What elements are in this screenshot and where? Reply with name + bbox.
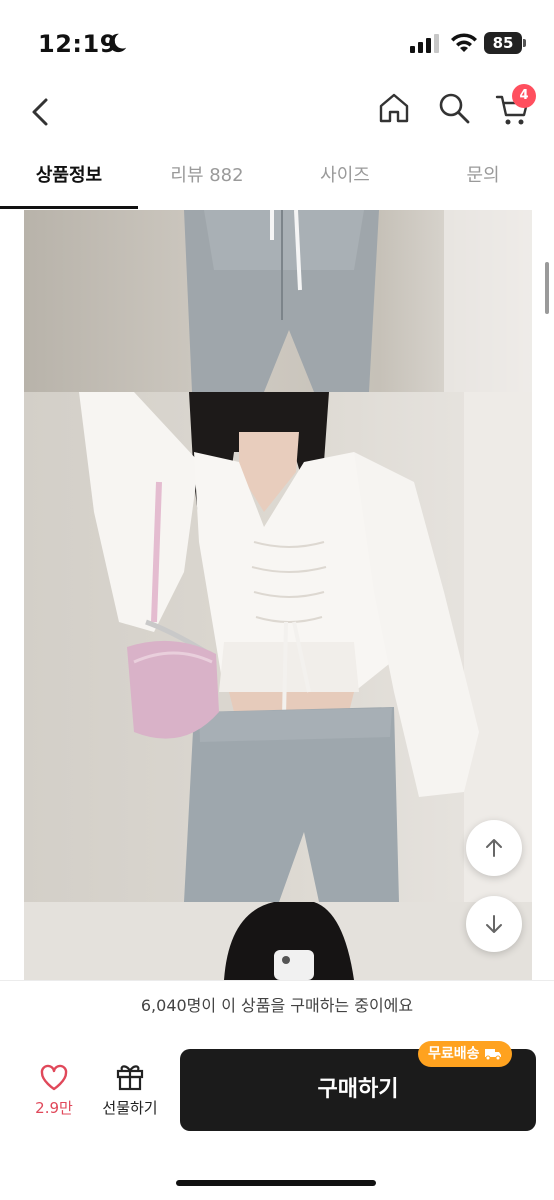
product-photo-mirror <box>24 902 532 980</box>
battery-tip <box>523 39 526 47</box>
home-indicator <box>176 1180 376 1186</box>
status-bar: 12:19 85 <box>0 0 554 84</box>
product-tabs: 상품정보 리뷰 882 사이즈 문의 <box>0 144 554 211</box>
truck-icon <box>484 1049 501 1061</box>
moon-icon <box>109 33 127 53</box>
cellular-signal-icon <box>410 34 439 53</box>
gift-label: 선물하기 <box>102 1099 158 1117</box>
battery-indicator: 85 <box>484 32 522 54</box>
home-icon[interactable] <box>376 90 412 126</box>
scroll-up-button[interactable] <box>466 820 522 876</box>
like-count: 2.9만 <box>35 1099 73 1117</box>
tab-size[interactable]: 사이즈 <box>276 144 414 210</box>
tab-product-info[interactable]: 상품정보 <box>0 144 138 210</box>
tab-active-indicator <box>0 206 138 209</box>
arrow-down-icon <box>486 915 502 933</box>
product-photo-model <box>24 392 532 902</box>
heart-icon <box>40 1064 68 1091</box>
back-icon[interactable] <box>26 92 56 132</box>
gift-button[interactable]: 선물하기 <box>96 1061 164 1118</box>
arrow-up-icon <box>486 839 502 857</box>
tab-reviews[interactable]: 리뷰 882 <box>138 144 276 210</box>
cart-count-badge: 4 <box>512 84 536 108</box>
bottom-action-bar: 2.9만 선물하기 구매하기 무료배송 <box>0 1031 554 1200</box>
free-shipping-label: 무료배송 <box>428 1046 480 1062</box>
wifi-icon <box>451 33 477 52</box>
search-icon[interactable] <box>436 90 472 126</box>
tab-inquiry[interactable]: 문의 <box>414 144 552 210</box>
purchase-activity-notice: 6,040명이 이 상품을 구매하는 중이에요 <box>0 980 554 1032</box>
scrollbar[interactable] <box>545 262 549 314</box>
like-button[interactable]: 2.9만 <box>26 1063 82 1118</box>
free-shipping-badge: 무료배송 <box>418 1041 512 1067</box>
scroll-down-button[interactable] <box>466 896 522 952</box>
gift-icon <box>116 1065 144 1091</box>
top-navigation: 4 <box>0 84 554 144</box>
product-photo-jeans <box>24 210 532 392</box>
